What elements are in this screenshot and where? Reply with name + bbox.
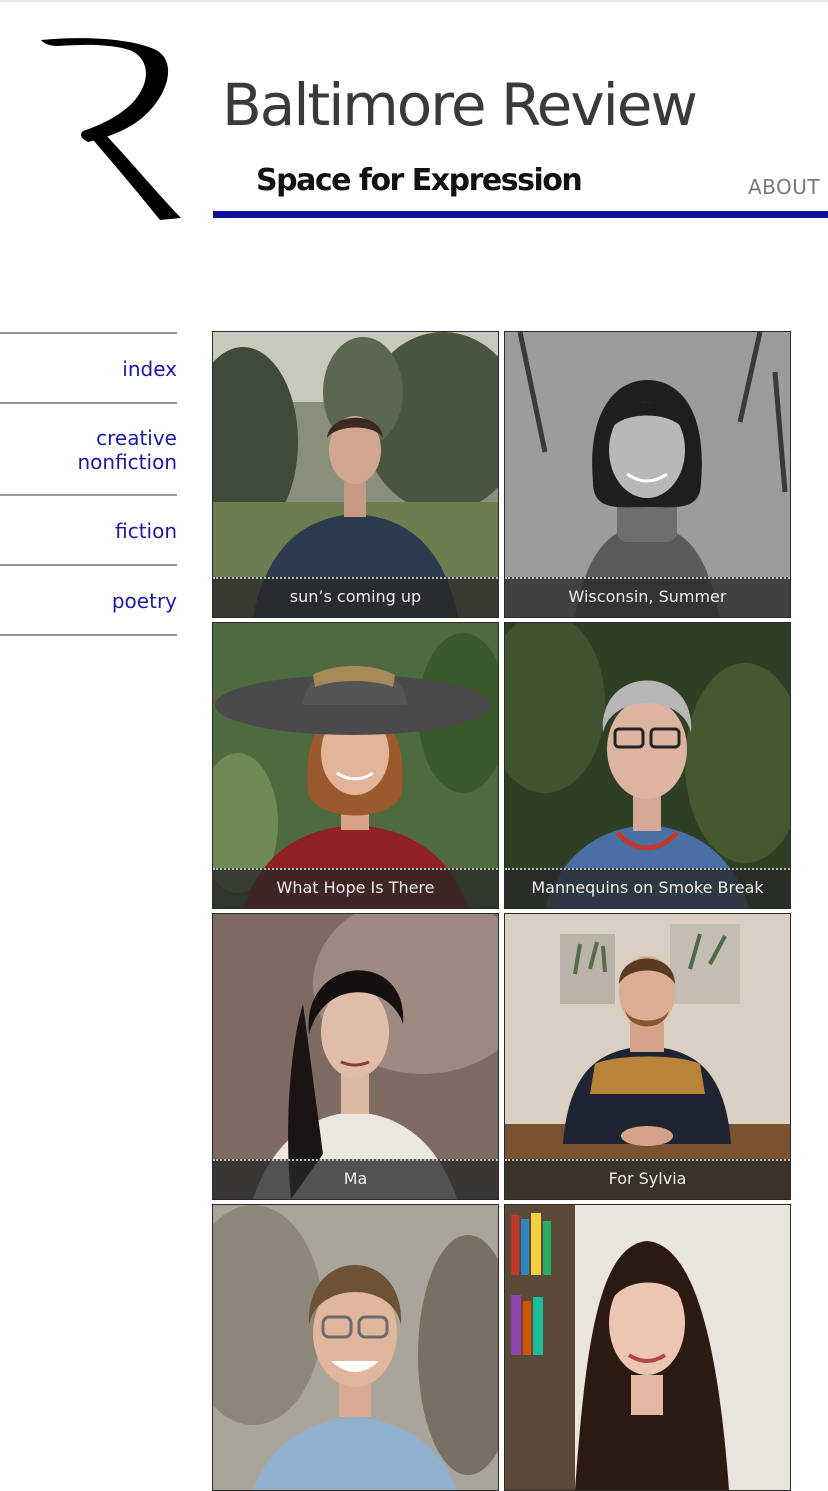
author-photo: [505, 623, 790, 908]
sidebar-item-label: index: [122, 357, 177, 381]
sidebar-item-fiction[interactable]: fiction: [0, 494, 177, 564]
author-photo: [213, 623, 498, 908]
author-tile[interactable]: sun’s coming up: [212, 331, 499, 618]
nav-about-link[interactable]: ABOUT: [748, 174, 820, 200]
author-photo: [505, 1205, 790, 1490]
author-tile[interactable]: What Hope Is There: [212, 622, 499, 909]
tile-caption: Mannequins on Smoke Break: [505, 868, 790, 908]
top-border: [0, 0, 828, 2]
tile-caption: For Sylvia: [505, 1159, 790, 1199]
author-photo: [505, 914, 790, 1199]
sidebar-item-label: creative: [96, 426, 177, 450]
sidebar-item-label: poetry: [111, 589, 177, 613]
author-tile[interactable]: [504, 1204, 791, 1491]
author-tile[interactable]: [212, 1204, 499, 1491]
author-photo: [213, 332, 498, 617]
review-r-logo[interactable]: [36, 34, 186, 224]
tile-caption: What Hope Is There: [213, 868, 498, 908]
sidebar-item-label: nonfiction: [77, 450, 178, 474]
sidebar-item-poetry[interactable]: poetry: [0, 564, 177, 634]
sidebar-item-index[interactable]: index: [0, 332, 177, 402]
sidebar-item-label: fiction: [115, 519, 177, 543]
author-tile[interactable]: Wisconsin, Summer: [504, 331, 791, 618]
sidebar-nav: index creative nonfiction fiction poetry: [0, 332, 177, 636]
author-tile[interactable]: For Sylvia: [504, 913, 791, 1200]
author-tile[interactable]: Mannequins on Smoke Break: [504, 622, 791, 909]
author-tile[interactable]: Ma: [212, 913, 499, 1200]
tile-caption: Wisconsin, Summer: [505, 577, 790, 617]
author-photo: [213, 914, 498, 1199]
tile-caption: Ma: [213, 1159, 498, 1199]
site-title: Baltimore Review: [222, 71, 698, 139]
site-tagline: Space for Expression: [256, 163, 583, 198]
sidebar-divider: [0, 634, 177, 636]
author-photo: [505, 332, 790, 617]
author-grid: sun’s coming up Wisconsin, Summer What H…: [212, 331, 792, 1491]
sidebar-item-creative-nonfiction[interactable]: creative nonfiction: [0, 402, 177, 494]
tile-caption: sun’s coming up: [213, 577, 498, 617]
header-rule: [213, 211, 828, 218]
author-photo: [213, 1205, 498, 1490]
